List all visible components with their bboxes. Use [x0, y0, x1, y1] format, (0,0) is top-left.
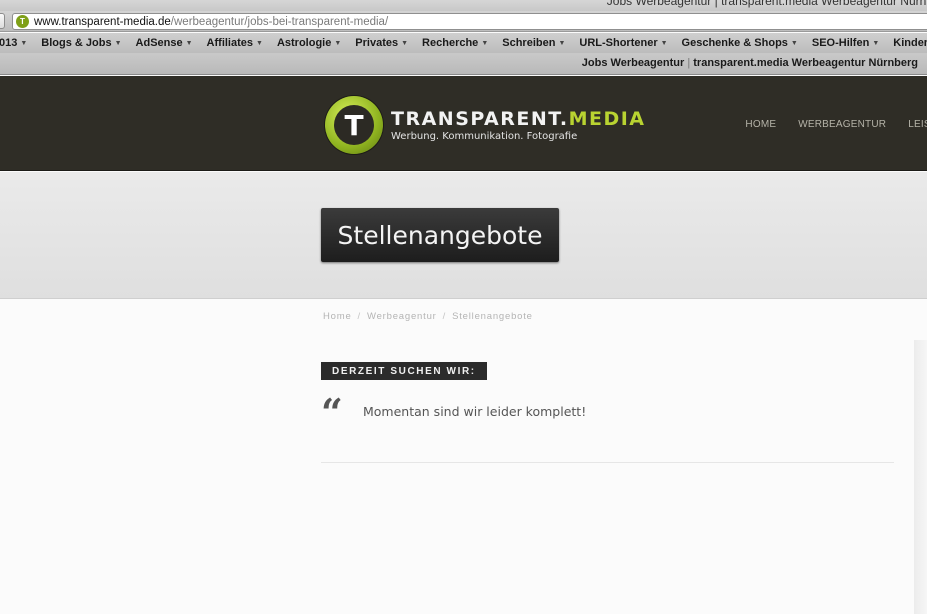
url-domain: www.transparent-media.de	[34, 15, 171, 28]
chevron-down-icon: ▼	[256, 39, 263, 47]
bookmark-label: Schreiben	[502, 37, 556, 49]
bookmark-item[interactable]: 013 ▼	[0, 37, 34, 49]
content-divider	[321, 462, 894, 463]
nav-item-werbeagentur[interactable]: WERBEAGENTUR	[798, 119, 886, 130]
breadcrumb-separator: /	[442, 311, 447, 322]
bookmark-item[interactable]: URL-Shortener ▼	[572, 37, 674, 49]
bookmark-item[interactable]: SEO-Hilfen ▼	[805, 37, 886, 49]
quote-text: Momentan sind wir leider komplett!	[363, 404, 587, 419]
breadcrumb-separator: /	[357, 311, 361, 322]
back-button[interactable]	[0, 13, 5, 29]
nav-item-leistungen[interactable]: LEIST	[908, 119, 927, 130]
sidebar-edge	[914, 340, 927, 614]
page-title-band: Stellenangebote	[0, 172, 927, 299]
page-title: Stellenangebote	[321, 208, 559, 262]
logo-brand-main: TRANSPARENT.	[391, 108, 569, 130]
chevron-down-icon: ▼	[334, 39, 342, 47]
bookmark-label: Privates	[355, 37, 399, 49]
bookmark-item[interactable]: Affiliates ▼	[200, 37, 270, 49]
logo-brand-accent: MEDIA	[568, 108, 646, 130]
tab-title-separator: |	[687, 57, 691, 69]
bookmark-item[interactable]: Recherche ▼	[415, 37, 495, 49]
section-label: DERZEIT SUCHEN WIR:	[321, 362, 487, 380]
chevron-down-icon: ▼	[872, 39, 880, 47]
chevron-down-icon: ▼	[20, 39, 28, 47]
nav-item-home[interactable]: HOME	[745, 119, 776, 130]
bookmark-label: 013	[0, 37, 18, 49]
bookmark-item[interactable]: Privates ▼	[348, 37, 415, 49]
chevron-down-icon: ▼	[660, 39, 668, 47]
bookmark-item[interactable]: Schreiben ▼	[495, 37, 572, 49]
breadcrumb-werbeagentur[interactable]: Werbeagentur	[367, 311, 437, 322]
logo-circle-icon: T	[325, 96, 383, 154]
bookmark-item[interactable]: Geschenke & Shops ▼	[675, 37, 805, 49]
bookmark-label: Kinder	[893, 37, 927, 49]
main-nav: HOME WERBEAGENTUR LEIST	[723, 119, 927, 130]
chevron-down-icon: ▼	[185, 39, 193, 47]
bookmark-label: AdSense	[135, 37, 183, 49]
site-favicon-icon: T	[16, 15, 29, 28]
breadcrumb: Home / Werbeagentur / Stellenangebote	[323, 311, 533, 322]
bookmark-label: Astrologie	[276, 37, 332, 49]
window-title-bar: Jobs Werbeagentur | transparent.media We…	[0, 0, 927, 11]
bookmark-label: Affiliates	[206, 37, 254, 49]
bookmark-label: Geschenke & Shops	[681, 37, 788, 49]
quote-icon: “	[321, 390, 343, 435]
window-title: Jobs Werbeagentur | transparent.media We…	[606, 0, 927, 8]
chevron-down-icon: ▼	[114, 39, 122, 47]
bookmark-label: SEO-Hilfen	[811, 37, 870, 49]
chevron-down-icon: ▼	[558, 39, 566, 47]
url-input[interactable]: T www.transparent-media.de/werbeagentur/…	[12, 13, 927, 30]
bookmark-item[interactable]: AdSense ▼	[129, 37, 200, 49]
bookmark-item[interactable]: Kinder	[886, 37, 927, 49]
bookmark-label: Recherche	[422, 37, 479, 49]
chevron-down-icon: ▼	[401, 39, 409, 47]
logo-text: TRANSPARENT.MEDIA Werbung. Kommunikation…	[391, 108, 646, 142]
bookmark-label: URL-Shortener	[579, 37, 658, 49]
site-logo[interactable]: T TRANSPARENT.MEDIA Werbung. Kommunikati…	[325, 96, 646, 154]
logo-letter: T	[334, 105, 374, 145]
tab-title-part1: Jobs Werbeagentur	[581, 57, 685, 69]
bookmarks-bar: 013 ▼ Blogs & Jobs ▼ AdSense ▼ Affiliates ▼ Astr…	[0, 33, 927, 53]
breadcrumb-current: Stellenangebote	[452, 311, 533, 322]
active-tab[interactable]: Jobs Werbeagentur | transparent.media We…	[582, 57, 918, 69]
logo-tagline: Werbung. Kommunikation. Fotografie	[391, 131, 578, 142]
logo-brand: TRANSPARENT.MEDIA	[391, 108, 646, 130]
bookmark-label: Blogs & Jobs	[41, 37, 112, 49]
chevron-down-icon: ▼	[481, 39, 489, 47]
chevron-down-icon: ▼	[790, 39, 798, 47]
bookmark-item[interactable]: Astrologie ▼	[270, 37, 348, 49]
url-path: /werbeagentur/jobs-bei-transparent-media…	[170, 15, 389, 28]
url-text: www.transparent-media.de/werbeagentur/jo…	[34, 16, 388, 28]
tab-title-part2: transparent.media Werbeagentur Nürnberg	[693, 57, 918, 69]
bookmark-item[interactable]: Blogs & Jobs ▼	[34, 37, 128, 49]
site-header: T TRANSPARENT.MEDIA Werbung. Kommunikati…	[0, 76, 927, 171]
address-bar: T www.transparent-media.de/werbeagentur/…	[0, 11, 927, 32]
tab-bar: Jobs Werbeagentur | transparent.media We…	[0, 53, 927, 75]
breadcrumb-home[interactable]: Home	[323, 311, 352, 322]
